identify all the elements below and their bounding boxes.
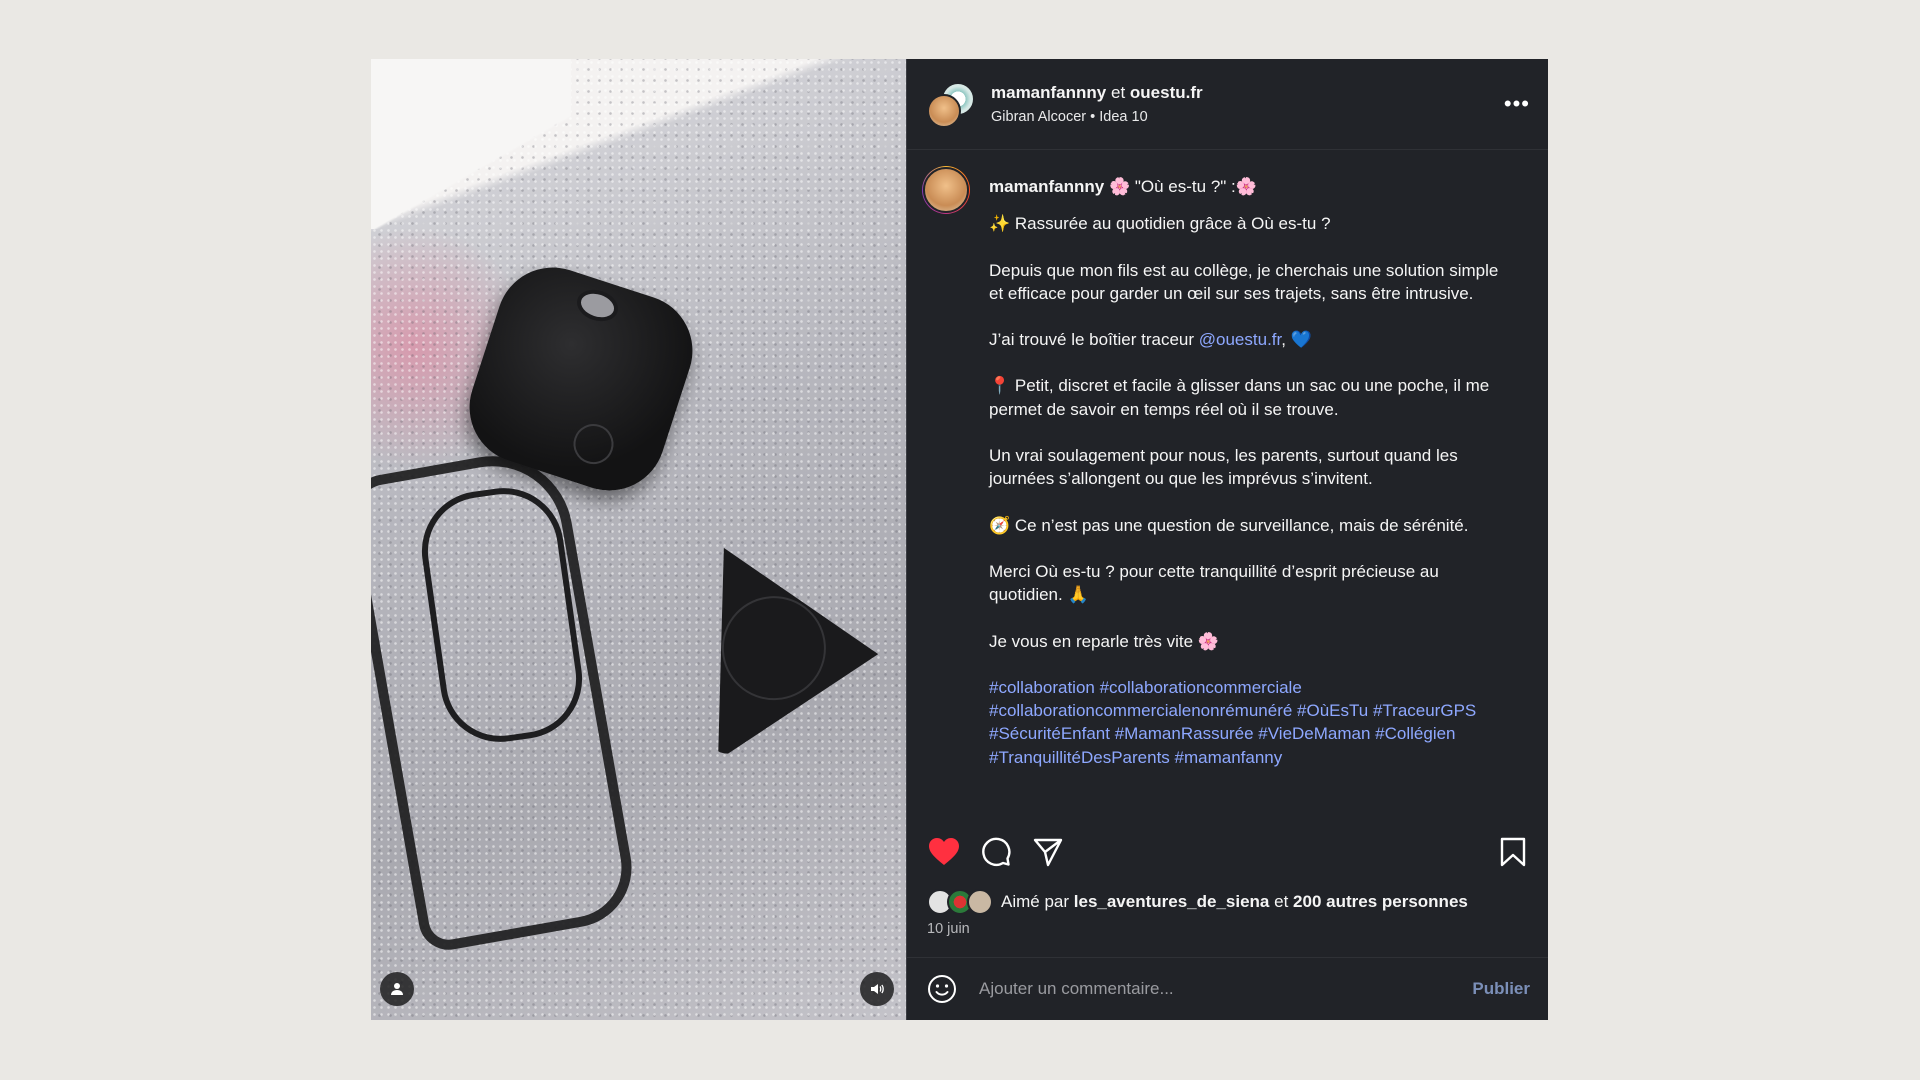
heart-icon [929,838,959,865]
likes-prefix: Aimé par [1001,892,1070,911]
user-icon [391,983,403,995]
media-wall [371,59,571,229]
avatar-mamanfannny[interactable] [927,94,961,128]
caption-title: mamanfannny 🌸 "Où es-tu ?" :🌸 [989,175,1509,198]
likes-others-link[interactable]: 200 autres personnes [1293,892,1468,912]
speaker-icon [871,984,884,994]
caption-p3-end: , 💙 [1281,330,1312,350]
author-link-ouestu[interactable]: ouestu.fr [1130,83,1203,102]
collab-avatars[interactable] [927,80,975,128]
action-bar [927,835,1530,869]
share-button[interactable] [1031,835,1065,869]
tracker-hole [572,284,623,327]
caption-text: mamanfannny 🌸 "Où es-tu ?" :🌸 ✨ Rassurée… [989,164,1509,792]
more-icon: ••• [1503,91,1530,116]
comment-button[interactable] [979,835,1013,869]
emoji-button[interactable] [927,974,957,1004]
caption-hashtags[interactable]: #collaboration #collaborationcommerciale… [989,676,1509,769]
post-date: 10 juin [927,921,970,937]
comment-input[interactable] [977,978,1473,1000]
caption-title-text: 🌸 "Où es-tu ?" :🌸 [1108,177,1257,196]
likers-avatars [927,889,993,915]
more-options-button[interactable]: ••• [1504,91,1530,117]
send-icon [1033,838,1063,867]
post-side-panel: mamanfannny et ouestu.fr Gibran Alcocer … [906,59,1548,1020]
comment-icon [982,837,1011,866]
like-button[interactable] [927,835,961,869]
comment-bar: Publier [907,957,1548,1020]
liker-link[interactable]: les_aventures_de_siena [1074,892,1270,912]
caption-username[interactable]: mamanfannny [989,177,1104,196]
caption-area: mamanfannny 🌸 "Où es-tu ?" :🌸 ✨ Rassurée… [907,150,1548,792]
music-info[interactable]: Gibran Alcocer • Idea 10 [991,109,1203,125]
save-button[interactable] [1496,835,1530,869]
user-tag-button[interactable] [380,972,414,1006]
caption-p1: ✨ Rassurée au quotidien grâce à Où es-tu… [989,214,1331,234]
caption-p6: 🧭 Ce n’est pas une question de surveilla… [989,515,1469,535]
caption-p3: J’ai trouvé le boîtier traceur @ouestu.f… [989,328,1509,351]
instagram-post: mamanfannny et ouestu.fr Gibran Alcocer … [371,59,1548,1020]
caption-p8: Je vous en reparle très vite 🌸 [989,631,1219,651]
caption-p2: Depuis que mon fils est au collège, je c… [989,260,1504,303]
sound-toggle-button[interactable] [860,972,894,1006]
likes-joiner: et [1274,892,1289,911]
author-link-mamanfannny[interactable]: mamanfannny [991,83,1106,102]
author-joiner: et [1110,83,1126,102]
bookmark-icon [1500,837,1526,867]
emoji-icon [928,975,956,1003]
caption-p5: Un vrai soulagement pour nous, les paren… [989,446,1463,489]
caption-p4: 📍 Petit, discret et facile à glisser dan… [989,376,1494,419]
music-artist: Gibran Alcocer [991,109,1087,125]
post-media[interactable] [371,59,906,1020]
caption-p3-text: J’ai trouvé le boîtier traceur [989,330,1199,350]
caption-avatar[interactable] [922,166,970,214]
header-text: mamanfannny et ouestu.fr Gibran Alcocer … [991,83,1203,125]
caption-p7: Merci Où es-tu ? pour cette tranquillité… [989,561,1444,605]
header-authors: mamanfannny et ouestu.fr [991,83,1203,103]
mention-ouestu[interactable]: @ouestu.fr [1199,330,1281,349]
likes-summary[interactable]: Aimé par les_aventures_de_siena et 200 a… [927,889,1468,915]
music-separator: • [1090,109,1096,125]
music-title: Idea 10 [1099,109,1148,125]
publish-button[interactable]: Publier [1472,979,1530,999]
post-header: mamanfannny et ouestu.fr Gibran Alcocer … [907,59,1548,150]
tracker-button [568,418,619,470]
